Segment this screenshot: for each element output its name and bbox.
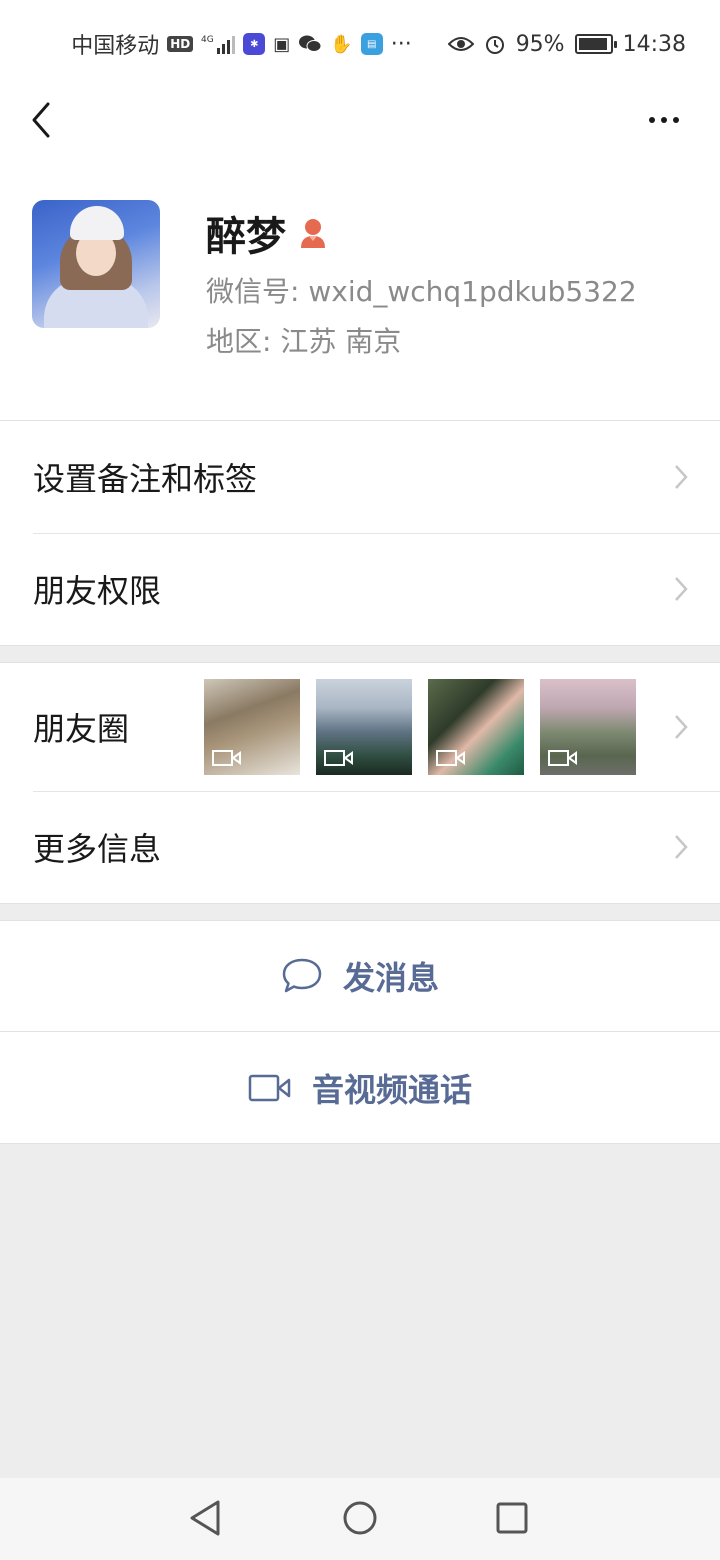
more-options-button[interactable] [644, 104, 684, 136]
signal-icon: 4G [201, 33, 236, 55]
eye-icon [447, 35, 474, 53]
chevron-right-icon [675, 577, 688, 601]
video-icon [324, 750, 353, 766]
more-dot-icon [649, 117, 655, 123]
wxid-value: wxid_wchq1pdkub5322 [308, 275, 637, 308]
avatar[interactable] [32, 200, 160, 328]
video-call-button[interactable]: 音视频通话 [0, 1032, 720, 1144]
chevron-right-icon [675, 835, 688, 859]
chevron-right-icon [675, 715, 688, 739]
remarks-label: 设置备注和标签 [33, 460, 258, 498]
status-bar: 中国移动 HD 4G ✱ ▣ ✋ ▤ ··· 95% 14:38 [0, 0, 720, 88]
alarm-icon [484, 33, 506, 55]
wechat-id: 微信号: wxid_wchq1pdkub5322 [206, 270, 637, 310]
moments-label: 朋友圈 [33, 710, 130, 748]
video-icon [548, 750, 577, 766]
female-icon [301, 219, 325, 248]
chevron-right-icon [675, 465, 688, 489]
send-message-label: 发消息 [342, 959, 439, 997]
more-dot-icon [661, 117, 667, 123]
video-icon [212, 750, 241, 766]
moment-thumbnail[interactable] [204, 679, 300, 775]
app-notification-icon-2: ▤ [360, 33, 383, 55]
clock: 14:38 [622, 31, 686, 57]
region-value: 江苏 南京 [280, 325, 402, 358]
moment-thumbnail[interactable] [540, 679, 636, 775]
region-label: 地区: [206, 325, 272, 358]
moments-thumbnails [204, 679, 636, 775]
back-button[interactable] [24, 100, 64, 140]
region: 地区: 江苏 南京 [206, 320, 401, 360]
hand-icon: ✋ [330, 33, 353, 55]
ime-icon: ▣ [273, 33, 291, 55]
back-arrow-icon [32, 102, 50, 138]
nav-home-icon[interactable] [340, 1498, 380, 1538]
hd-badge: HD [167, 36, 194, 52]
friend-permissions-item[interactable]: 朋友权限 [0, 533, 720, 645]
wechat-icon [298, 34, 322, 54]
carrier-label: 中国移动 [71, 34, 160, 59]
wxid-label: 微信号: [206, 275, 300, 308]
contact-name: 醉梦 [206, 214, 286, 260]
battery-icon [574, 34, 617, 54]
more-notifications-icon: ··· [390, 31, 412, 57]
settings-group: 设置备注和标签 朋友权限 [0, 420, 720, 646]
chat-bubble-icon [282, 958, 322, 993]
video-call-label: 音视频通话 [311, 1070, 472, 1109]
permissions-label: 朋友权限 [33, 572, 162, 610]
nav-back-icon[interactable] [186, 1498, 226, 1538]
moments-item[interactable]: 朋友圈 [0, 663, 720, 791]
more-info-item[interactable]: 更多信息 [0, 791, 720, 903]
moments-group: 朋友圈 更多信息 [0, 662, 720, 904]
nav-bar [0, 88, 720, 152]
battery-percent: 95% [515, 31, 565, 57]
send-message-button[interactable]: 发消息 [0, 920, 720, 1032]
system-navigation-bar [0, 1478, 720, 1560]
profile-header: 醉梦 微信号: wxid_wchq1pdkub5322 地区: 江苏 南京 [0, 152, 720, 420]
video-icon [436, 750, 465, 766]
moment-thumbnail[interactable] [316, 679, 412, 775]
svg-text:4G: 4G [201, 35, 214, 45]
remarks-and-tags-item[interactable]: 设置备注和标签 [0, 421, 720, 533]
nav-recents-icon[interactable] [492, 1498, 532, 1538]
more-info-label: 更多信息 [33, 830, 162, 868]
app-notification-icon: ✱ [243, 33, 266, 55]
video-camera-icon [248, 1074, 291, 1101]
more-dot-icon [673, 117, 679, 123]
moment-thumbnail[interactable] [428, 679, 524, 775]
